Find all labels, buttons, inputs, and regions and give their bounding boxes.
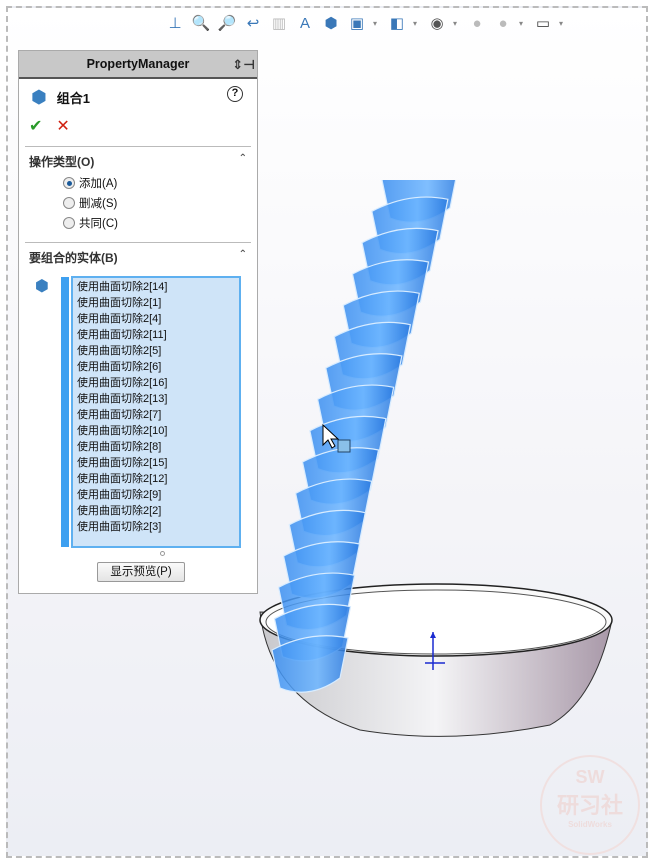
apply-scene-icon[interactable]: ● — [493, 13, 513, 33]
property-manager: PropertyManager ⇕⊣ ⬢ 组合1? ✔ ✕ 操作类型(O) ⌃ 添加(A… — [18, 50, 258, 594]
chevron-down-icon[interactable]: ▾ — [519, 19, 527, 28]
body-list-item[interactable]: 使用曲面切除2[5] — [77, 343, 235, 359]
body-list-item[interactable]: 使用曲面切除2[1] — [77, 295, 235, 311]
body-list-item[interactable]: 使用曲面切除2[9] — [77, 487, 235, 503]
chevron-down-icon[interactable]: ▾ — [453, 19, 461, 28]
collapse-icon[interactable]: ⌃ — [239, 249, 247, 266]
chevron-down-icon[interactable]: ▾ — [373, 19, 381, 28]
combine-icon: ⬢ — [31, 87, 47, 107]
display-style-icon[interactable]: ▣ — [347, 13, 367, 33]
ok-button[interactable]: ✔ — [29, 116, 42, 138]
previous-view-icon[interactable]: ↩ — [243, 13, 263, 33]
radio-icon[interactable] — [63, 197, 75, 209]
section-title: 要组合的实体(B) — [29, 251, 118, 265]
chevron-down-icon[interactable]: ▾ — [413, 19, 421, 28]
body-list-item[interactable]: 使用曲面切除2[8] — [77, 439, 235, 455]
radio-icon[interactable] — [63, 177, 75, 189]
zoom-area-icon[interactable]: 🔎 — [217, 13, 237, 33]
body-list-item[interactable]: 使用曲面切除2[3] — [77, 519, 235, 535]
zoom-to-fit-icon[interactable]: 🔍 — [191, 13, 211, 33]
section-view-icon[interactable]: ▥ — [269, 13, 289, 33]
show-preview-button[interactable]: 显示预览(P) — [97, 562, 185, 582]
body-list-item[interactable]: 使用曲面切除2[14] — [77, 279, 235, 295]
radio-add[interactable]: 添加(A) — [63, 176, 251, 190]
view-orientation-icon[interactable]: ⬢ — [321, 13, 341, 33]
radio-label: 删减(S) — [79, 198, 118, 210]
pm-header: PropertyManager ⇕⊣ — [19, 51, 257, 79]
solid-body-icon: ⬢ — [35, 278, 49, 295]
body-list-item[interactable]: 使用曲面切除2[2] — [77, 503, 235, 519]
radio-common[interactable]: 共同(C) — [63, 216, 251, 230]
view-orient-icon[interactable]: ⊥ — [165, 13, 185, 33]
body-list-item[interactable]: 使用曲面切除2[6] — [77, 359, 235, 375]
help-button[interactable]: ? — [227, 86, 243, 102]
collapse-icon[interactable]: ⌃ — [239, 153, 247, 170]
body-list-item[interactable]: 使用曲面切除2[10] — [77, 423, 235, 439]
list-selection-bar — [61, 277, 69, 547]
body-list-item[interactable]: 使用曲面切除2[12] — [77, 471, 235, 487]
chevron-down-icon[interactable]: ▾ — [559, 19, 567, 28]
body-list-item[interactable]: 使用曲面切除2[15] — [77, 455, 235, 471]
heads-up-toolbar: ⊥ 🔍 🔎 ↩ ▥ A ⬢ ▣ ▾ ◧ ▾ ◉ ▾ ● ● ▾ ▭ ▾ — [165, 10, 567, 36]
3d-model[interactable] — [250, 180, 620, 760]
body-list-item[interactable]: 使用曲面切除2[11] — [77, 327, 235, 343]
dynamic-annotation-icon[interactable]: A — [295, 13, 315, 33]
radio-label: 共同(C) — [79, 218, 118, 230]
monitor-icon[interactable]: ▭ — [533, 13, 553, 33]
bodies-list[interactable]: 使用曲面切除2[14] 使用曲面切除2[1] 使用曲面切除2[4] 使用曲面切除2[1… — [71, 276, 241, 548]
eye-icon[interactable]: ◉ — [427, 13, 447, 33]
operation-type-section: 操作类型(O) ⌃ 添加(A) 删减(S) 共同(C) — [25, 146, 251, 230]
body-list-item[interactable]: 使用曲面切除2[13] — [77, 391, 235, 407]
body-list-item[interactable]: 使用曲面切除2[16] — [77, 375, 235, 391]
watermark-logo: SW 研习社 SolidWorks — [540, 755, 640, 855]
hide-show-icon[interactable]: ◧ — [387, 13, 407, 33]
section-title: 操作类型(O) — [29, 155, 95, 169]
feature-name: 组合1 — [56, 91, 90, 106]
radio-label: 添加(A) — [79, 178, 118, 190]
body-list-item[interactable]: 使用曲面切除2[7] — [77, 407, 235, 423]
edit-appearance-icon[interactable]: ● — [467, 13, 487, 33]
resize-handle[interactable] — [160, 551, 165, 556]
radio-subtract[interactable]: 删减(S) — [63, 196, 251, 210]
radio-icon[interactable] — [63, 217, 75, 229]
cancel-button[interactable]: ✕ — [56, 116, 69, 138]
body-cursor-icon — [337, 439, 351, 453]
bodies-section: 要组合的实体(B) ⌃ ⬢ 使用曲面切除2[14] 使用曲面切除2[1] 使用曲面切除… — [25, 242, 251, 582]
body-list-item[interactable]: 使用曲面切除2[4] — [77, 311, 235, 327]
pin-icon[interactable]: ⇕⊣ — [232, 57, 255, 73]
pm-title: PropertyManager — [86, 57, 190, 71]
